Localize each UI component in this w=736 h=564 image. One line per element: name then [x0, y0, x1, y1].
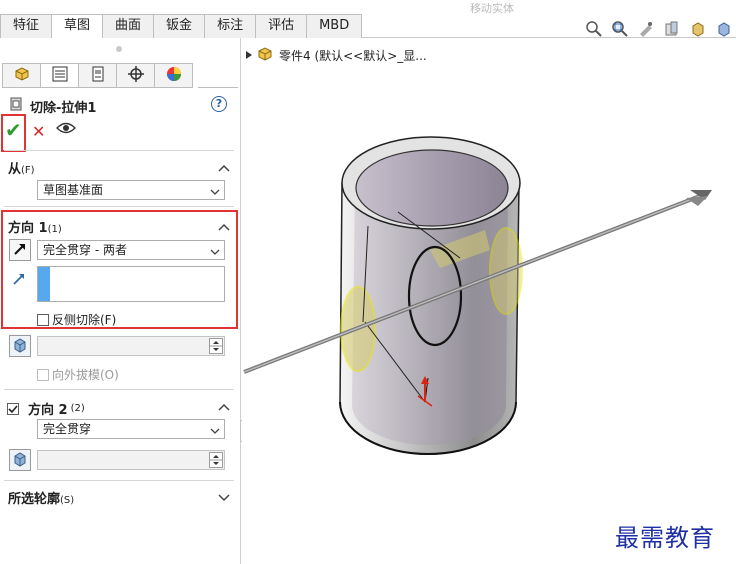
draft-icon [12, 451, 28, 470]
from-label: 从 [8, 162, 22, 177]
configuration-manager-tab[interactable] [78, 63, 117, 88]
active-selection-indicator [38, 267, 50, 301]
direction1-end-condition-select[interactable]: 完全贯穿 - 两者 [37, 240, 225, 260]
separator [4, 150, 234, 151]
zoom-to-area-icon[interactable] [610, 20, 630, 38]
flip-side-to-cut-label: 反侧切除(F) [52, 313, 117, 327]
previous-view-icon[interactable] [636, 20, 656, 38]
direction-vector-icon [11, 271, 27, 290]
property-manager-tab[interactable] [40, 63, 79, 88]
direction-of-extrusion-selection-box[interactable] [37, 266, 225, 302]
draft-on-off-button[interactable] [9, 335, 31, 357]
dimxpert-manager-tab[interactable] [116, 63, 155, 88]
from-shortcut: (F) [21, 165, 35, 176]
command-manager: 移动实体 特征 草图 曲面 钣金 标注 评估 MBD [0, 0, 736, 39]
chevron-down-icon [210, 244, 220, 262]
tab-features[interactable]: 特征 [0, 14, 53, 38]
checkbox-box[interactable] [37, 368, 49, 381]
tab-mbd[interactable]: MBD [306, 14, 363, 38]
direction2-end-condition-select[interactable]: 完全贯穿 [37, 419, 225, 439]
draft-outward-label: 向外拔模(O) [52, 368, 119, 382]
panel-grip[interactable] [116, 46, 122, 52]
reverse-direction-icon [12, 241, 28, 260]
feature-manager-tab[interactable] [2, 63, 41, 88]
heads-up-view-toolbar [584, 20, 734, 38]
tab-surfaces[interactable]: 曲面 [102, 14, 155, 38]
model-view [243, 136, 712, 455]
checkbox-box[interactable] [37, 313, 49, 326]
direction2-end-condition-value: 完全贯穿 [43, 422, 92, 436]
separator [4, 389, 234, 390]
configuration-manager-icon [89, 65, 107, 86]
direction1-label: 方向 1 [8, 221, 48, 236]
feature-title: 切除-拉伸1 [8, 96, 96, 116]
chevron-down-icon [210, 423, 220, 441]
draft-angle-direction2-spinbox[interactable] [37, 450, 225, 470]
direction2-label: 方向 2 [28, 403, 68, 418]
tab-strip-filler [198, 63, 238, 88]
reverse-direction-button[interactable] [9, 239, 31, 261]
checkbox-box[interactable] [7, 402, 19, 415]
ghost-toolbar-label: 移动实体 [470, 2, 514, 15]
tab-sketch[interactable]: 草图 [51, 14, 104, 39]
direction2-checkbox[interactable]: 方向 2 (2) [7, 399, 85, 418]
tab-evaluate[interactable]: 评估 [255, 14, 308, 38]
zoom-to-fit-icon[interactable] [584, 20, 604, 38]
spin-buttons[interactable] [209, 452, 223, 468]
command-tabs: 特征 草图 曲面 钣金 标注 评估 MBD [0, 14, 363, 39]
cut-extrude-icon [8, 96, 24, 116]
display-manager-tab[interactable] [154, 63, 193, 88]
direction1-shortcut: (1) [47, 224, 62, 235]
cancel-button[interactable]: ✕ [32, 122, 45, 141]
selected-contours-shortcut: (S) [60, 495, 75, 506]
draft-outward-checkbox[interactable]: 向外拔模(O) [37, 366, 119, 383]
detailed-preview-button[interactable] [56, 121, 76, 138]
direction2-shortcut: (2) [70, 403, 85, 414]
feature-title-label: 切除-拉伸1 [30, 100, 97, 116]
from-section-heading: 从(F) [8, 158, 35, 177]
draft-icon [12, 337, 28, 356]
selected-contours-section-heading[interactable]: 所选轮廓(S) [8, 488, 74, 507]
display-manager-icon [165, 65, 183, 86]
from-condition-select[interactable]: 草图基准面 [37, 180, 225, 200]
collapse-from-chevron-icon[interactable] [218, 162, 230, 172]
separator [4, 480, 234, 481]
property-manager-icon [51, 65, 69, 86]
draft-direction2-button[interactable] [9, 449, 31, 471]
tab-annotations[interactable]: 标注 [204, 14, 257, 38]
chevron-down-icon [210, 184, 220, 202]
direction1-section-heading: 方向 1(1) [8, 217, 62, 236]
panel-manager-tabs [2, 63, 193, 88]
display-style-icon[interactable] [714, 20, 734, 38]
from-condition-value: 草图基准面 [43, 183, 104, 197]
collapse-direction2-chevron-icon[interactable] [218, 401, 230, 411]
view-orientation-icon[interactable] [688, 20, 708, 38]
feature-manager-icon [13, 65, 31, 86]
selected-contours-label: 所选轮廓 [8, 492, 61, 507]
draft-angle-spinbox[interactable] [37, 336, 225, 356]
dimxpert-icon [127, 65, 145, 86]
section-view-icon[interactable] [662, 20, 682, 38]
collapse-direction1-chevron-icon[interactable] [218, 221, 230, 231]
spin-buttons[interactable] [209, 338, 223, 354]
help-icon[interactable]: ? [211, 96, 227, 112]
tab-sheet-metal[interactable]: 钣金 [153, 14, 206, 38]
ok-button[interactable]: ✔ [5, 118, 22, 142]
property-manager-panel: 切除-拉伸1 ? ✔ ✕ 从(F) 草图基准面 方向 1(1) 完全贯穿 - 两… [0, 38, 241, 564]
watermark-text: 最需教育 [615, 524, 715, 552]
expand-selected-contours-chevron-icon[interactable] [218, 491, 230, 502]
separator [4, 206, 234, 207]
direction1-end-condition-value: 完全贯穿 - 两者 [43, 243, 127, 257]
flip-side-to-cut-checkbox[interactable]: 反侧切除(F) [37, 311, 116, 328]
eye-icon [56, 122, 76, 138]
